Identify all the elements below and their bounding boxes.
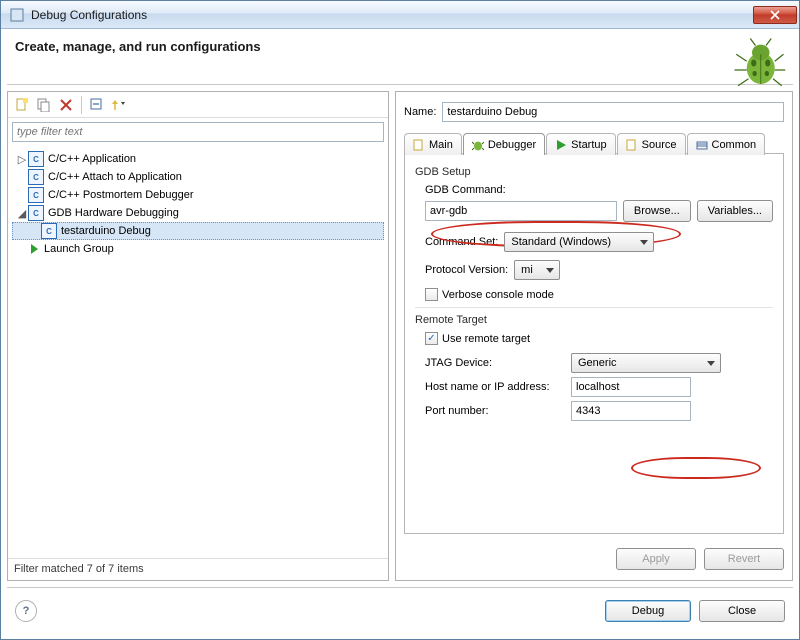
revert-button[interactable]: Revert (704, 548, 784, 570)
host-input[interactable] (571, 377, 691, 397)
tree-node-gdb-hw[interactable]: ◢ C GDB Hardware Debugging (12, 204, 384, 222)
tree-node-launch-group[interactable]: Launch Group (12, 240, 384, 258)
new-file-icon (15, 98, 29, 112)
port-input[interactable] (571, 401, 691, 421)
tab-main[interactable]: Main (404, 133, 462, 155)
common-icon (696, 139, 708, 151)
tab-common[interactable]: Common (687, 133, 766, 155)
launch-group-icon (31, 244, 38, 254)
port-label: Port number: (425, 405, 565, 417)
config-tree[interactable]: ▷ C C/C++ Application C C/C++ Attach to … (8, 146, 388, 558)
command-set-label: Command Set: (425, 236, 498, 248)
debug-button[interactable]: Debug (605, 600, 691, 622)
c-type-icon: C (41, 223, 57, 239)
tab-label: Common (712, 139, 757, 151)
tree-label: Launch Group (44, 243, 114, 255)
jtag-device-combo[interactable]: Generic (571, 353, 721, 373)
tree-label: C/C++ Attach to Application (48, 171, 182, 183)
host-label: Host name or IP address: (425, 381, 565, 393)
bug-icon (472, 139, 484, 151)
tab-startup[interactable]: Startup (546, 133, 615, 155)
verbose-label: Verbose console mode (442, 289, 554, 301)
left-toolbar (8, 92, 388, 118)
footer: ? Debug Close (7, 587, 793, 633)
c-type-icon: C (28, 187, 44, 203)
collapse-icon[interactable]: ◢ (16, 207, 28, 220)
help-button[interactable]: ? (15, 600, 37, 622)
left-panel: ▷ C C/C++ Application C C/C++ Attach to … (7, 91, 389, 581)
use-remote-label: Use remote target (442, 333, 530, 345)
c-type-icon: C (28, 151, 44, 167)
window-title: Debug Configurations (31, 8, 753, 22)
tab-label: Main (429, 139, 453, 151)
file-icon (413, 139, 425, 151)
name-row: Name: (396, 92, 792, 128)
filter-box (12, 122, 384, 142)
variables-button[interactable]: Variables... (697, 200, 773, 222)
delete-x-icon (60, 99, 72, 111)
gdb-command-label: GDB Command: (425, 184, 506, 196)
tree-node-c-postmortem[interactable]: C C/C++ Postmortem Debugger (12, 186, 384, 204)
tab-debugger[interactable]: Debugger (463, 133, 545, 155)
tree-label: C/C++ Postmortem Debugger (48, 189, 194, 201)
bug-illustration-icon (731, 35, 787, 91)
name-input[interactable] (442, 102, 784, 122)
copy-icon (37, 98, 51, 112)
protocol-version-combo[interactable]: mi (514, 260, 560, 280)
debugger-tab-page: GDB Setup GDB Command: Browse... Variabl… (404, 154, 784, 534)
c-type-icon: C (28, 205, 44, 221)
use-remote-checkbox[interactable]: ✓ (425, 332, 438, 345)
toolbar-divider (81, 96, 82, 114)
filter-input[interactable] (12, 122, 384, 142)
tree-label: C/C++ Application (48, 153, 136, 165)
source-icon (626, 139, 638, 151)
jtag-device-label: JTAG Device: (425, 357, 565, 369)
dialog-window: Debug Configurations Create, manage, and… (0, 0, 800, 640)
collapse-all-button[interactable] (87, 95, 107, 115)
run-icon (555, 139, 567, 151)
tree-node-c-attach[interactable]: C C/C++ Attach to Application (12, 168, 384, 186)
collapse-icon (90, 98, 104, 112)
tab-source[interactable]: Source (617, 133, 686, 155)
close-icon (770, 10, 780, 20)
tree-label: GDB Hardware Debugging (48, 207, 179, 219)
window-close-button[interactable] (753, 6, 797, 24)
command-set-combo[interactable]: Standard (Windows) (504, 232, 654, 252)
combo-value: mi (521, 264, 533, 276)
tab-label: Source (642, 139, 677, 151)
filter-status: Filter matched 7 of 7 items (8, 558, 388, 580)
apply-revert-row: Apply Revert (396, 542, 792, 580)
new-config-button[interactable] (12, 95, 32, 115)
gdb-command-input[interactable] (425, 201, 617, 221)
tree-node-c-app[interactable]: ▷ C C/C++ Application (12, 150, 384, 168)
c-type-icon: C (28, 169, 44, 185)
header-title: Create, manage, and run configurations (15, 39, 785, 54)
app-icon (9, 7, 25, 23)
delete-config-button[interactable] (56, 95, 76, 115)
verbose-checkbox[interactable] (425, 288, 438, 301)
right-panel: Name: Main Debugger Startup (395, 91, 793, 581)
tabstrip: Main Debugger Startup Source Common (396, 128, 792, 154)
remote-target-group-title: Remote Target (415, 314, 773, 326)
name-label: Name: (404, 106, 436, 118)
browse-button[interactable]: Browse... (623, 200, 691, 222)
tab-label: Debugger (488, 139, 536, 151)
titlebar: Debug Configurations (1, 1, 799, 29)
filter-arrow-icon (111, 98, 127, 112)
group-separator (415, 307, 773, 308)
header: Create, manage, and run configurations (1, 29, 799, 84)
duplicate-config-button[interactable] (34, 95, 54, 115)
tree-node-testarduino[interactable]: C testarduino Debug (12, 222, 384, 240)
gdb-setup-group-title: GDB Setup (415, 166, 773, 178)
body: ▷ C C/C++ Application C C/C++ Attach to … (1, 85, 799, 581)
apply-button[interactable]: Apply (616, 548, 696, 570)
combo-value: Generic (578, 357, 617, 369)
expand-icon[interactable]: ▷ (16, 153, 28, 166)
combo-value: Standard (Windows) (511, 236, 611, 248)
protocol-version-label: Protocol Version: (425, 264, 508, 276)
filter-menu-button[interactable] (109, 95, 129, 115)
close-button[interactable]: Close (699, 600, 785, 622)
tab-label: Startup (571, 139, 606, 151)
tree-label: testarduino Debug (61, 225, 151, 237)
